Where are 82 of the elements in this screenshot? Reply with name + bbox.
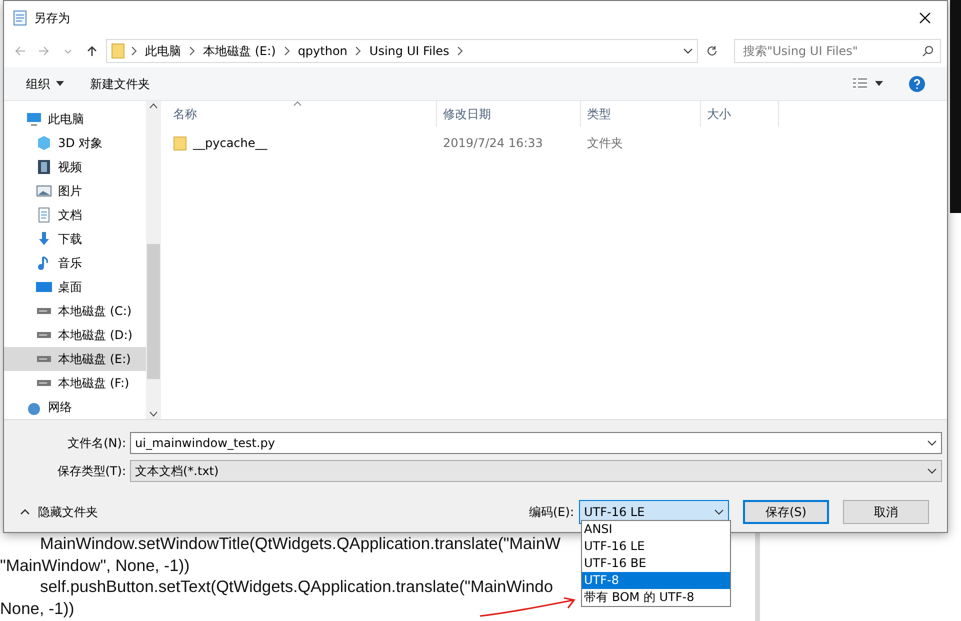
download-arrow-icon	[36, 231, 52, 247]
window-title: 另存为	[34, 10, 71, 27]
column-header[interactable]: 名称	[167, 101, 437, 127]
breadcrumb-item[interactable]: Using UI Files	[367, 42, 452, 60]
sidebar-item[interactable]: 本地磁盘 (C:)	[4, 299, 146, 323]
column-header[interactable]: 修改日期	[437, 101, 581, 127]
desktop-icon	[36, 279, 52, 295]
back-icon	[14, 44, 26, 57]
notepad-icon	[12, 10, 28, 26]
sidebar-item[interactable]: 3D 对象	[4, 131, 146, 155]
image-icon	[36, 183, 52, 199]
breadcrumb-item[interactable]: 本地磁盘 (E:)	[201, 42, 278, 60]
breadcrumb-item[interactable]: 此电脑	[143, 42, 183, 60]
sidebar-item[interactable]: 此电脑	[4, 107, 146, 131]
sidebar-item[interactable]: 桌面	[4, 275, 146, 299]
sidebar-item[interactable]: 本地磁盘 (F:)	[4, 371, 146, 395]
sidebar-item[interactable]: 本地磁盘 (D:)	[4, 323, 146, 347]
search-box[interactable]: 搜索"Using UI Files"	[734, 39, 941, 63]
dropdown-icon	[927, 439, 937, 447]
address-bar[interactable]: 此电脑 本地磁盘 (E:) qpython Using UI Files	[106, 39, 698, 63]
film-icon	[36, 159, 52, 175]
sidebar-item[interactable]: 文档	[4, 203, 146, 227]
code-line: "MainWindow", None, -1))	[0, 556, 190, 574]
sidebar-scrollbar[interactable]	[146, 101, 161, 419]
chevron-up-icon	[20, 509, 30, 515]
folder-icon	[111, 43, 125, 59]
chevron-icon	[189, 46, 195, 56]
close-icon	[919, 12, 931, 24]
file-name-cell[interactable]: __pycache__	[167, 134, 437, 152]
caret-icon	[875, 81, 883, 86]
dropdown-icon	[714, 508, 724, 516]
file-type-dropdown[interactable]: 文本文档(*.txt)	[130, 460, 942, 482]
save-button[interactable]: 保存(S)	[743, 500, 829, 524]
splitter-bar[interactable]	[4, 419, 947, 430]
forward-icon	[38, 44, 50, 57]
drive-icon	[36, 356, 52, 362]
sidebar-item[interactable]: 音乐	[4, 251, 146, 275]
cube-icon	[36, 135, 52, 151]
file-name-box[interactable]: ui_mainwindow_test.py	[130, 432, 942, 454]
sidebar-item[interactable]: 下载	[4, 227, 146, 251]
dropdown-option[interactable]: UTF-8	[582, 572, 730, 589]
chevron-icon	[284, 46, 290, 56]
scroll-up-icon	[149, 103, 158, 109]
date-cell-text: 2019/7/24 16:33	[442, 135, 544, 152]
caret-icon	[56, 81, 64, 86]
drive-icon	[36, 380, 52, 386]
sort-icon	[293, 101, 302, 106]
chevron-icon	[355, 46, 362, 56]
field-label: 文件名(N):	[66, 435, 127, 452]
field-label: 保存类型(T):	[56, 463, 127, 480]
sidebar-item[interactable]: 图片	[4, 179, 146, 203]
help-icon	[909, 76, 925, 92]
folder-icon	[173, 135, 187, 151]
type-cell-text: 文件夹	[586, 135, 624, 152]
search-icon	[922, 45, 934, 57]
column-header[interactable]: 类型	[581, 101, 701, 127]
breadcrumb-item[interactable]: qpython	[296, 42, 350, 60]
up-icon	[86, 44, 98, 57]
code-line: self.pushButton.setText(QtWidgets.QApplication.translate("MainWindo	[40, 578, 554, 596]
refresh-icon	[706, 44, 718, 57]
chevron-icon	[457, 46, 464, 56]
list-view-icon	[853, 78, 869, 90]
sidebar-item[interactable]: 本地磁盘 (E:)	[4, 347, 146, 371]
scroll-thumb[interactable]	[147, 244, 160, 379]
toolbar-button[interactable]: 新建文件夹	[86, 72, 154, 94]
dropdown-icon	[683, 47, 693, 55]
chevron-icon	[131, 46, 137, 56]
dropdown-icon	[927, 467, 937, 475]
cancel-button[interactable]: 取消	[843, 500, 929, 524]
hide-folders-toggle[interactable]: 隐藏文件夹	[14, 502, 104, 522]
code-line: None, -1))	[0, 600, 74, 618]
scroll-down-icon	[149, 411, 158, 417]
drive-icon	[36, 332, 52, 338]
code-line: MainWindow.setWindowTitle(QtWidgets.QApplication.translate("MainW	[40, 535, 561, 553]
sidebar-item[interactable]: 网络	[4, 395, 146, 419]
menu-button[interactable]: 组织	[22, 72, 68, 94]
computer-icon	[26, 111, 42, 127]
document-icon	[36, 207, 52, 223]
drive-icon	[36, 308, 52, 314]
column-header[interactable]: 大小	[701, 101, 779, 127]
sidebar-item[interactable]: 视频	[4, 155, 146, 179]
encoding-label: 编码(E):	[529, 504, 574, 521]
